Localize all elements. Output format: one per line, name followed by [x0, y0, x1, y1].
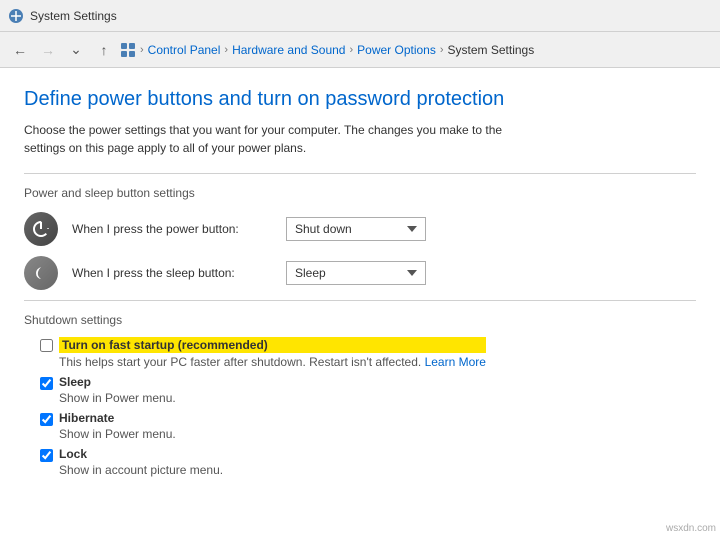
breadcrumb-system-settings: System Settings [448, 43, 535, 57]
forward-button[interactable]: → [36, 38, 60, 62]
sleep-option-desc: Show in Power menu. [59, 391, 176, 405]
learn-more-link[interactable]: Learn More [425, 355, 486, 369]
up-button[interactable]: ↑ [92, 38, 116, 62]
hibernate-option-checkbox[interactable] [40, 413, 53, 426]
breadcrumb-power-options[interactable]: Power Options [357, 43, 436, 57]
title-bar: System Settings [0, 0, 720, 32]
fast-startup-label[interactable]: Turn on fast startup (recommended) [59, 337, 486, 353]
fast-startup-checkbox[interactable] [40, 339, 53, 352]
breadcrumb: › Control Panel › Hardware and Sound › P… [120, 42, 712, 58]
power-icon [32, 220, 50, 238]
shutdown-header: Shutdown settings [24, 313, 696, 327]
fast-startup-row: Turn on fast startup (recommended) This … [24, 337, 696, 369]
window-title: System Settings [30, 9, 117, 23]
control-panel-icon [120, 42, 136, 58]
page-title: Define power buttons and turn on passwor… [24, 88, 696, 111]
section-divider-2 [24, 300, 696, 301]
power-button-select[interactable]: Shut down Sleep Hibernate Do nothing Tur… [286, 217, 426, 241]
lock-option-checkbox[interactable] [40, 449, 53, 462]
fast-startup-desc: This helps start your PC faster after sh… [59, 355, 486, 369]
main-content: Define power buttons and turn on passwor… [0, 68, 720, 538]
lock-option-label[interactable]: Lock [59, 447, 223, 461]
sleep-icon [32, 264, 50, 282]
app-icon [8, 8, 24, 24]
power-sleep-header: Power and sleep button settings [24, 186, 696, 200]
hibernate-option-desc: Show in Power menu. [59, 427, 176, 441]
fast-startup-content: Turn on fast startup (recommended) This … [59, 337, 486, 369]
sleep-option-checkbox[interactable] [40, 377, 53, 390]
sleep-button-label: When I press the sleep button: [72, 266, 272, 280]
hibernate-option-content: Hibernate Show in Power menu. [59, 411, 176, 441]
lock-option-row: Lock Show in account picture menu. [24, 447, 696, 477]
nav-bar: ← → ⌄ ↑ › Control Panel › Hardware and S… [0, 32, 720, 68]
breadcrumb-sep-4: › [440, 44, 444, 56]
lock-option-content: Lock Show in account picture menu. [59, 447, 223, 477]
power-button-label: When I press the power button: [72, 222, 272, 236]
watermark: wsxdn.com [666, 523, 716, 534]
sleep-button-icon [24, 256, 58, 290]
sleep-option-content: Sleep Show in Power menu. [59, 375, 176, 405]
hibernate-option-row: Hibernate Show in Power menu. [24, 411, 696, 441]
breadcrumb-control-panel[interactable]: Control Panel [148, 43, 221, 57]
shutdown-section: Shutdown settings Turn on fast startup (… [24, 313, 696, 477]
breadcrumb-sep-2: › [224, 44, 228, 56]
breadcrumb-sep-3: › [349, 44, 353, 56]
sleep-option-label[interactable]: Sleep [59, 375, 176, 389]
page-description: Choose the power settings that you want … [24, 121, 524, 157]
hibernate-option-label[interactable]: Hibernate [59, 411, 176, 425]
sleep-option-row: Sleep Show in Power menu. [24, 375, 696, 405]
power-button-icon [24, 212, 58, 246]
power-button-row: When I press the power button: Shut down… [24, 212, 696, 246]
breadcrumb-sep-1: › [140, 44, 144, 56]
dropdown-button[interactable]: ⌄ [64, 38, 88, 62]
sleep-button-row: When I press the sleep button: Sleep Hib… [24, 256, 696, 290]
sleep-button-select[interactable]: Sleep Hibernate Shut down Do nothing Tur… [286, 261, 426, 285]
section-divider-1 [24, 173, 696, 174]
back-button[interactable]: ← [8, 38, 32, 62]
lock-option-desc: Show in account picture menu. [59, 463, 223, 477]
button-settings-section: When I press the power button: Shut down… [24, 212, 696, 290]
breadcrumb-hardware-sound[interactable]: Hardware and Sound [232, 43, 345, 57]
